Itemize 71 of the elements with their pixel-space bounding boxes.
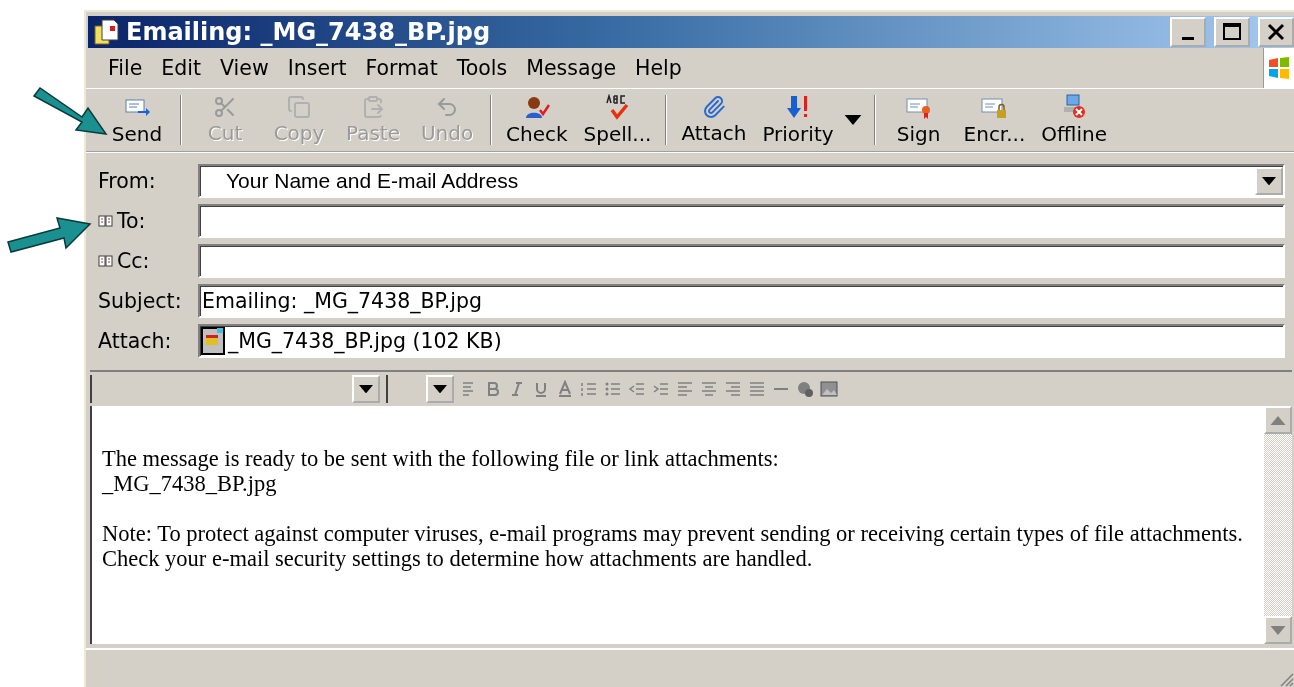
input-field[interactable]	[198, 244, 1285, 278]
spell-check-icon	[604, 94, 631, 120]
toolbar-button[interactable]: Check	[498, 89, 576, 151]
from-dropdown[interactable]: Your Name and E-mail Address	[198, 164, 1285, 198]
scroll-down-button[interactable]	[1264, 616, 1292, 644]
caret-icon	[1262, 176, 1276, 186]
menu-item[interactable]: Format	[365, 56, 438, 80]
caret-icon	[359, 384, 373, 394]
menu-item[interactable]: Insert	[287, 56, 347, 80]
minimize-button[interactable]	[1170, 17, 1206, 47]
font-color-icon[interactable]	[556, 380, 574, 398]
message-paragraph: Note: To protect against computer viruses, e-mail programs may prevent sending or receiving certain types of file attachments. Check your e-mail security settings to determine how attachments are handled.	[102, 521, 1244, 571]
scrollbar[interactable]	[1264, 406, 1292, 644]
close-button[interactable]	[1258, 17, 1294, 47]
toolbar-button[interactable]: Spell...	[575, 89, 660, 151]
menu-item[interactable]: Help	[635, 56, 682, 80]
toolbar-button[interactable]: Sign	[881, 89, 956, 151]
menu-item[interactable]: Tools	[456, 56, 508, 80]
justify-icon[interactable]	[748, 380, 766, 398]
caret-icon[interactable]	[843, 115, 862, 125]
up-arrow-icon	[1270, 415, 1286, 425]
attachment-field[interactable]: _MG_7438_BP.jpg (102 KB)	[198, 324, 1285, 358]
align-right-icon[interactable]	[724, 380, 742, 398]
toolbar-button[interactable]: Priority	[754, 89, 842, 151]
clipboard-icon	[361, 95, 385, 119]
menu-item[interactable]: Message	[526, 56, 617, 80]
bulleted-list-icon[interactable]	[604, 380, 622, 398]
offline-computer-icon	[1061, 94, 1088, 120]
size-dropdown[interactable]	[386, 375, 454, 403]
window-title: Emailing: _MG_7438_BP.jpg	[126, 18, 492, 46]
menu-item[interactable]: View	[220, 56, 269, 80]
field-label: Attach:	[98, 329, 172, 353]
input-field[interactable]: Emailing: _MG_7438_BP.jpg	[198, 284, 1285, 318]
image-icon[interactable]	[820, 380, 838, 398]
field-label: To:	[117, 209, 146, 233]
undo-icon	[435, 95, 459, 119]
maximize-button[interactable]	[1214, 17, 1250, 47]
message-paragraph: The message is ready to be sent with the following file or link attachments: _MG_7438_BP.jpg	[102, 446, 780, 496]
field-label: Subject:	[98, 289, 182, 313]
menu-item[interactable]: File	[108, 56, 143, 80]
document-icon	[92, 18, 120, 46]
field-label: Cc:	[117, 249, 150, 273]
caret-icon	[433, 384, 447, 394]
align-center-icon[interactable]	[700, 380, 718, 398]
toolbar-button[interactable]: Send	[100, 89, 174, 151]
address-book-icon[interactable]	[98, 254, 114, 268]
paperclip-icon	[701, 95, 726, 119]
toolbar-button[interactable]: Attach	[673, 89, 755, 151]
align-left-icon[interactable]	[676, 380, 694, 398]
field-label: From:	[98, 169, 156, 193]
down-arrow-icon	[1270, 625, 1286, 635]
decrease-indent-icon[interactable]	[628, 380, 646, 398]
toolbar-button[interactable]: Encr...	[955, 89, 1034, 151]
numbered-list-icon[interactable]	[580, 380, 598, 398]
dropdown-button[interactable]	[352, 375, 380, 403]
dropdown-button[interactable]	[426, 375, 454, 403]
scissors-icon	[213, 95, 237, 119]
increase-indent-icon[interactable]	[652, 380, 670, 398]
dropdown-button[interactable]	[1255, 167, 1283, 195]
maximize-icon	[1222, 22, 1242, 42]
input-field[interactable]	[198, 204, 1285, 238]
link-icon[interactable]	[796, 380, 814, 398]
person-check-icon	[523, 94, 550, 120]
address-book-icon[interactable]	[98, 214, 114, 228]
minimize-icon	[1182, 37, 1194, 40]
toolbar-button[interactable]: Offline	[1033, 89, 1115, 151]
copy-icon	[287, 95, 311, 119]
image-file-icon	[200, 327, 226, 355]
menu-item[interactable]: Edit	[161, 56, 201, 80]
scroll-up-button[interactable]	[1264, 406, 1292, 434]
close-icon	[1266, 22, 1286, 42]
